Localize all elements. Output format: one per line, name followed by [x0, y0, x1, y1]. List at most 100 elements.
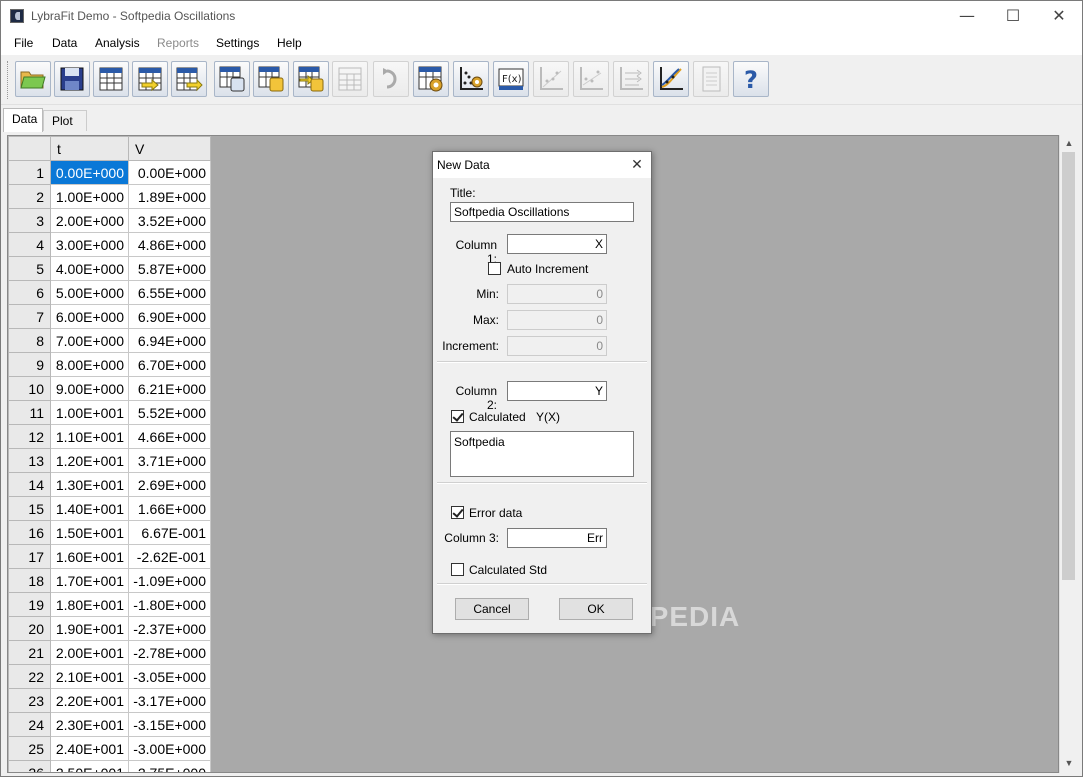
- cell-t[interactable]: 1.20E+001: [50, 448, 129, 473]
- row-header[interactable]: 3: [8, 208, 51, 233]
- cell-v[interactable]: -1.09E+000: [128, 568, 211, 593]
- cell-t[interactable]: 2.50E+001: [50, 760, 129, 772]
- row-header[interactable]: 15: [8, 496, 51, 521]
- cell-t[interactable]: 2.40E+001: [50, 736, 129, 761]
- menu-analysis[interactable]: Analysis: [95, 36, 140, 50]
- cancel-button[interactable]: Cancel: [455, 598, 529, 620]
- menu-file[interactable]: File: [14, 36, 33, 50]
- error-bars-button[interactable]: [613, 61, 649, 97]
- cell-v[interactable]: -1.80E+000: [128, 592, 211, 617]
- cell-v[interactable]: 6.90E+000: [128, 304, 211, 329]
- column-header-v[interactable]: V: [128, 136, 211, 161]
- save-button[interactable]: [54, 61, 90, 97]
- auto-increment-checkbox[interactable]: [488, 262, 501, 275]
- row-header[interactable]: 21: [8, 640, 51, 665]
- formula-textarea[interactable]: Softpedia: [450, 431, 634, 477]
- cell-t[interactable]: 1.70E+001: [50, 568, 129, 593]
- new-table-button[interactable]: [93, 61, 129, 97]
- row-header[interactable]: 17: [8, 544, 51, 569]
- max-input[interactable]: 0: [507, 310, 607, 330]
- ok-button[interactable]: OK: [559, 598, 633, 620]
- cell-v[interactable]: 3.71E+000: [128, 448, 211, 473]
- cell-v[interactable]: 2.69E+000: [128, 472, 211, 497]
- calculated-std-checkbox[interactable]: [451, 563, 464, 576]
- cell-v[interactable]: -3.17E+000: [128, 688, 211, 713]
- menu-reports[interactable]: Reports: [157, 36, 199, 50]
- menu-settings[interactable]: Settings: [216, 36, 259, 50]
- cell-t[interactable]: 1.30E+001: [50, 472, 129, 497]
- scroll-up-arrow-icon[interactable]: ▲: [1060, 135, 1078, 152]
- row-header[interactable]: 8: [8, 328, 51, 353]
- menu-help[interactable]: Help: [277, 36, 302, 50]
- row-header[interactable]: 19: [8, 592, 51, 617]
- row-header[interactable]: 25: [8, 736, 51, 761]
- column1-input[interactable]: X: [507, 234, 607, 254]
- row-header[interactable]: 12: [8, 424, 51, 449]
- copy-table-button[interactable]: [214, 61, 250, 97]
- toolbar-grip[interactable]: [7, 61, 10, 99]
- cell-v[interactable]: 6.70E+000: [128, 352, 211, 377]
- minimize-button[interactable]: —: [944, 1, 990, 31]
- scatter-trend-button[interactable]: [573, 61, 609, 97]
- row-header[interactable]: 16: [8, 520, 51, 545]
- grid-corner[interactable]: [8, 136, 51, 161]
- cell-t[interactable]: 2.00E+000: [50, 208, 129, 233]
- undo-button[interactable]: [373, 61, 409, 97]
- increment-input[interactable]: 0: [507, 336, 607, 356]
- row-header[interactable]: 13: [8, 448, 51, 473]
- row-header[interactable]: 4: [8, 232, 51, 257]
- row-header[interactable]: 6: [8, 280, 51, 305]
- cell-v[interactable]: -2.62E-001: [128, 544, 211, 569]
- row-header[interactable]: 22: [8, 664, 51, 689]
- cell-v[interactable]: 1.89E+000: [128, 184, 211, 209]
- tab-data[interactable]: Data: [3, 108, 43, 132]
- cell-t[interactable]: 9.00E+000: [50, 376, 129, 401]
- row-header[interactable]: 18: [8, 568, 51, 593]
- cell-t[interactable]: 0.00E+000: [50, 160, 129, 185]
- import-data-button[interactable]: [132, 61, 168, 97]
- cell-v[interactable]: 1.66E+000: [128, 496, 211, 521]
- cell-t[interactable]: 1.60E+001: [50, 544, 129, 569]
- cell-v[interactable]: -2.75E+000: [128, 760, 211, 772]
- cell-t[interactable]: 5.00E+000: [50, 280, 129, 305]
- column-header-t[interactable]: t: [50, 136, 129, 161]
- row-header[interactable]: 7: [8, 304, 51, 329]
- cell-v[interactable]: 6.55E+000: [128, 280, 211, 305]
- close-button[interactable]: ✕: [1036, 1, 1082, 31]
- row-header[interactable]: 14: [8, 472, 51, 497]
- row-header[interactable]: 1: [8, 160, 51, 185]
- row-header[interactable]: 5: [8, 256, 51, 281]
- help-button[interactable]: ?: [733, 61, 769, 97]
- cell-v[interactable]: 5.52E+000: [128, 400, 211, 425]
- cell-v[interactable]: 0.00E+000: [128, 160, 211, 185]
- cell-t[interactable]: 8.00E+000: [50, 352, 129, 377]
- row-header[interactable]: 9: [8, 352, 51, 377]
- cell-t[interactable]: 2.00E+001: [50, 640, 129, 665]
- scroll-thumb[interactable]: [1062, 152, 1075, 580]
- row-header[interactable]: 2: [8, 184, 51, 209]
- table-settings-button[interactable]: [413, 61, 449, 97]
- scroll-down-arrow-icon[interactable]: ▼: [1060, 755, 1078, 772]
- function-button[interactable]: F(x): [493, 61, 529, 97]
- row-header[interactable]: 24: [8, 712, 51, 737]
- cell-t[interactable]: 2.10E+001: [50, 664, 129, 689]
- error-data-checkbox[interactable]: [451, 506, 464, 519]
- scatter-fit-button[interactable]: [533, 61, 569, 97]
- cell-t[interactable]: 1.40E+001: [50, 496, 129, 521]
- report-button[interactable]: [693, 61, 729, 97]
- cell-v[interactable]: 4.66E+000: [128, 424, 211, 449]
- min-input[interactable]: 0: [507, 284, 607, 304]
- cell-v[interactable]: 6.21E+000: [128, 376, 211, 401]
- calculated-checkbox[interactable]: [451, 410, 464, 423]
- cell-t[interactable]: 2.30E+001: [50, 712, 129, 737]
- merge-table-button[interactable]: [293, 61, 329, 97]
- curve-fit-button[interactable]: [653, 61, 689, 97]
- cell-t[interactable]: 1.10E+001: [50, 424, 129, 449]
- column2-input[interactable]: Y: [507, 381, 607, 401]
- cell-v[interactable]: 5.87E+000: [128, 256, 211, 281]
- cell-v[interactable]: 6.67E-001: [128, 520, 211, 545]
- cell-v[interactable]: -3.00E+000: [128, 736, 211, 761]
- table-disabled-button[interactable]: [332, 61, 368, 97]
- paste-table-button[interactable]: [253, 61, 289, 97]
- cell-t[interactable]: 7.00E+000: [50, 328, 129, 353]
